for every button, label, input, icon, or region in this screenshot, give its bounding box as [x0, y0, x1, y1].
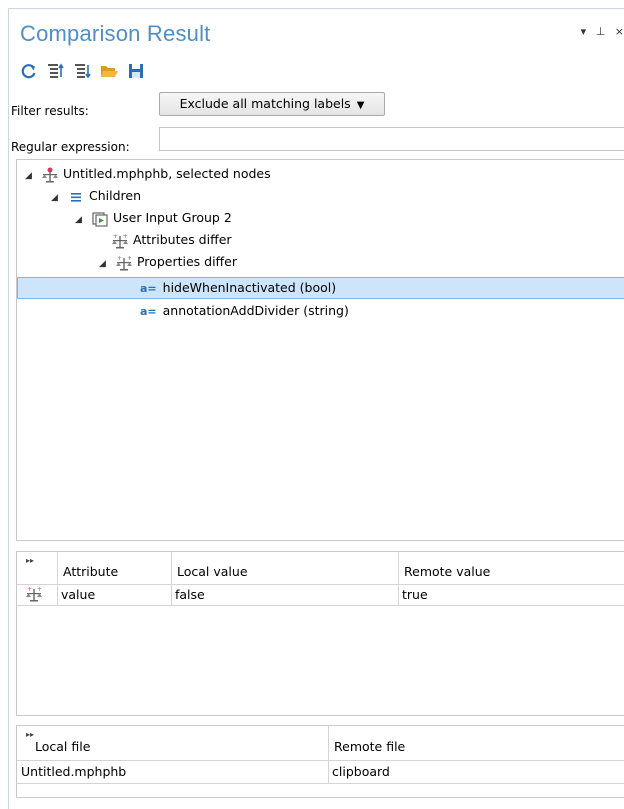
- list-icon: [67, 189, 85, 205]
- compare-scale-icon: + +: [25, 586, 43, 605]
- cell-remote-value: true: [402, 587, 428, 602]
- column-header-local-value[interactable]: Local value: [177, 564, 248, 579]
- regular-expression-input[interactable]: [159, 127, 624, 151]
- panel-title: Comparison Result: [20, 21, 211, 46]
- table-row[interactable]: Untitled.mphphb clipboard: [17, 761, 624, 783]
- cell-attribute: value: [61, 587, 96, 602]
- attribute-equals-icon: a=: [140, 305, 157, 318]
- tree-prop-annotation-add-divider[interactable]: a= annotationAddDivider (string): [140, 300, 349, 322]
- tree-prop-hide-when-inactivated[interactable]: a= hideWhenInactivated (bool): [17, 277, 624, 299]
- tree-properties-differ-label: Properties differ: [136, 254, 237, 269]
- pin-icon[interactable]: ⊥: [596, 25, 606, 38]
- save-icon[interactable]: [126, 61, 146, 81]
- tree-prop-hide-when-inactivated-label: hideWhenInactivated (bool): [162, 280, 337, 295]
- svg-text:+: +: [123, 233, 128, 240]
- tree-root-label: Untitled.mphphb, selected nodes: [62, 166, 271, 181]
- collapse-all-icon[interactable]: [73, 61, 93, 81]
- attribute-equals-icon: a=: [140, 282, 157, 295]
- expand-arrow-icon[interactable]: ◢: [99, 253, 111, 275]
- filter-results-label: Filter results:: [11, 104, 89, 118]
- toolbar: [19, 61, 149, 81]
- comparison-tree[interactable]: ◢ Untitled.mphphb, selected nodes ◢ Chil…: [16, 159, 624, 541]
- tree-user-input-group-node[interactable]: ◢ User Input Group 2: [75, 207, 232, 229]
- expand-arrow-icon[interactable]: ◢: [25, 165, 37, 187]
- file-comparison-table[interactable]: ▸▸ Local file Remote file Untitled.mphph…: [16, 725, 624, 798]
- column-header-attribute[interactable]: Attribute: [63, 564, 118, 579]
- filter-results-dropdown[interactable]: Exclude all matching labels ▼: [159, 92, 385, 116]
- column-header-local-file[interactable]: Local file: [35, 739, 90, 754]
- svg-text:+: +: [127, 255, 132, 262]
- window-controls: ▾ ⊥ ×: [575, 25, 624, 38]
- comparison-result-panel: Comparison Result ▾ ⊥ × Filter results: …: [8, 8, 624, 809]
- expand-arrow-icon[interactable]: ◢: [51, 187, 63, 209]
- svg-text:+: +: [117, 255, 122, 262]
- svg-text:+: +: [27, 586, 32, 593]
- tree-prop-annotation-add-divider-label: annotationAddDivider (string): [162, 303, 349, 318]
- column-header-remote-value[interactable]: Remote value: [404, 564, 490, 579]
- open-folder-icon[interactable]: [99, 61, 119, 81]
- tree-children-label: Children: [88, 188, 141, 203]
- filter-results-value: Exclude all matching labels: [179, 96, 351, 111]
- expand-arrow-icon[interactable]: ◢: [75, 209, 87, 231]
- tree-children-node[interactable]: ◢ Children: [51, 185, 141, 207]
- column-header-remote-file[interactable]: Remote file: [334, 739, 405, 754]
- input-group-icon: [91, 211, 109, 227]
- svg-text:+: +: [37, 586, 42, 593]
- compare-scale-icon: + +: [111, 233, 129, 249]
- table-row[interactable]: + + value false true: [17, 585, 624, 605]
- cell-local-value: false: [175, 587, 205, 602]
- row-divider: [17, 605, 624, 606]
- svg-text:+: +: [113, 233, 118, 240]
- panel-menu-icon[interactable]: ▾: [581, 25, 587, 38]
- compare-scale-icon: + +: [115, 255, 133, 271]
- regular-expression-label: Regular expression:: [11, 140, 130, 154]
- tree-attributes-differ-label: Attributes differ: [133, 232, 232, 247]
- tree-attributes-differ-node[interactable]: + + Attributes differ: [111, 229, 232, 251]
- row-header-marker-icon: ▸▸: [26, 556, 35, 565]
- tree-properties-differ-node[interactable]: ◢ + + Properties differ: [99, 251, 237, 273]
- cell-remote-file: clipboard: [332, 764, 390, 779]
- attribute-comparison-table[interactable]: ▸▸ Attribute Local value Remote value + …: [16, 551, 624, 716]
- close-icon[interactable]: ×: [615, 25, 624, 38]
- compare-scale-icon: [41, 167, 59, 183]
- cell-local-file: Untitled.mphphb: [21, 764, 127, 779]
- tree-root-node[interactable]: ◢ Untitled.mphphb, selected nodes: [25, 163, 271, 185]
- refresh-icon[interactable]: [19, 61, 39, 81]
- expand-all-icon[interactable]: [46, 61, 66, 81]
- chevron-down-icon: ▼: [356, 100, 365, 111]
- tree-user-input-group-label: User Input Group 2: [112, 210, 232, 225]
- row-divider: [17, 783, 624, 784]
- row-header-marker-icon: ▸▸: [26, 730, 35, 739]
